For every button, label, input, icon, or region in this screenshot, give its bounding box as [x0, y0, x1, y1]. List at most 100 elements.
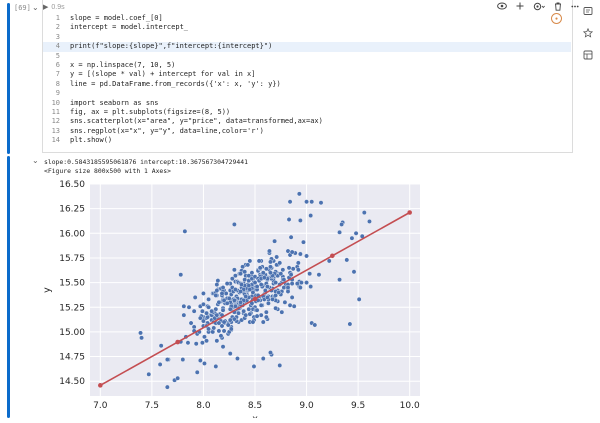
code-line[interactable]: 13 sns.regplot(x="x", y="y", data=line,co…	[43, 127, 571, 136]
data-point	[304, 253, 309, 259]
code-line[interactable]: 9	[43, 89, 571, 98]
code-line[interactable]: 3	[43, 33, 571, 42]
code-text: sns.scatterplot(x="area", y="price", dat…	[70, 117, 323, 126]
data-point	[226, 295, 232, 301]
line-number: 5	[55, 51, 60, 60]
data-point	[201, 301, 206, 307]
data-point	[138, 330, 143, 336]
x-tick-label: 9.5	[351, 401, 365, 411]
line-number: 13	[51, 126, 60, 135]
data-point	[192, 294, 198, 300]
data-point	[290, 266, 296, 272]
data-point	[267, 248, 272, 254]
data-point	[268, 264, 273, 270]
data-point	[254, 313, 260, 319]
data-point	[278, 271, 284, 277]
data-point	[227, 317, 233, 323]
code-line[interactable]: 8 line = pd.DataFrame.from_records({'x': …	[43, 80, 571, 89]
code-line[interactable]: 12 sns.scatterplot(x="area", y="price", d…	[43, 117, 571, 126]
data-point	[205, 314, 210, 320]
data-point	[289, 281, 295, 286]
collapse-output-icon[interactable]: ⌄	[32, 156, 39, 165]
data-point	[224, 281, 230, 286]
y-tick-label: 15.50	[59, 279, 85, 289]
data-point	[200, 308, 205, 314]
scatter-plot: 7.0 7.5 8.0 8.5 9.0 9.5 10.0 14.50 14.75 15.00 15.…	[42, 180, 420, 423]
data-point	[367, 219, 372, 224]
line-number: 4	[55, 42, 60, 51]
data-point	[218, 333, 224, 339]
data-point	[233, 303, 238, 309]
data-point	[258, 312, 264, 318]
line-number: 8	[55, 79, 60, 88]
add-icon[interactable]	[516, 2, 524, 13]
data-point	[225, 322, 231, 328]
execution-count: [69]	[14, 4, 31, 12]
data-point	[164, 384, 170, 390]
code-line[interactable]: 7 y = [(slope * val) + intercept for val …	[43, 70, 571, 79]
y-tick-label: 16.25	[59, 205, 85, 215]
code-line[interactable]: 1 slope = model.coef_[0]	[43, 14, 571, 23]
x-tick-label: 9.0	[299, 401, 314, 411]
y-tick-label: 15.75	[59, 254, 85, 264]
data-point	[213, 364, 219, 369]
code-line[interactable]: 2 intercept = model.intercept_	[43, 23, 571, 32]
data-point	[296, 191, 302, 197]
data-point	[238, 271, 243, 277]
data-point	[337, 229, 342, 235]
data-point	[241, 308, 247, 314]
data-point	[231, 267, 237, 273]
code-line[interactable]: 5	[43, 52, 571, 61]
data-point	[297, 285, 303, 290]
data-point	[214, 288, 220, 293]
y-tick-label: 14.50	[59, 377, 85, 387]
data-point	[288, 234, 294, 240]
code-line[interactable]: 4 print(f"slope:{slope}",f"intercept:{int…	[43, 42, 571, 52]
data-point	[252, 280, 258, 286]
settings-icon[interactable]	[533, 2, 545, 13]
data-point	[214, 312, 220, 318]
data-point	[258, 282, 264, 287]
data-point	[254, 307, 260, 313]
data-point	[242, 277, 248, 283]
code-line[interactable]: 6 x = np.linspace(7, 10, 5)	[43, 61, 571, 70]
data-point	[235, 356, 240, 361]
y-tick-label: 15.25	[59, 303, 85, 313]
x-axis-label: x	[252, 414, 258, 418]
table-icon[interactable]	[581, 48, 595, 62]
data-point	[188, 320, 194, 326]
x-tick-label: 7.0	[93, 401, 108, 411]
data-point	[239, 282, 244, 287]
data-point	[181, 312, 187, 318]
note-icon[interactable]	[581, 4, 595, 18]
data-point	[304, 280, 309, 286]
data-point	[216, 320, 222, 326]
code-editor[interactable]: 1 slope = model.coef_[0] 2 intercept = mode…	[43, 14, 571, 145]
more-icon[interactable]	[571, 2, 579, 13]
data-point	[286, 217, 292, 222]
regression-point	[407, 210, 412, 215]
data-point	[361, 210, 367, 215]
eye-icon[interactable]	[497, 2, 507, 13]
data-point	[233, 273, 238, 279]
data-point	[231, 297, 237, 303]
data-point	[231, 222, 237, 227]
code-line[interactable]: 10 import seaborn as sns	[43, 99, 571, 108]
x-tick-label: 7.5	[145, 401, 159, 411]
code-line[interactable]: 14 plt.show()	[43, 136, 571, 145]
regression-point	[175, 339, 180, 345]
star-icon[interactable]	[581, 26, 595, 40]
data-point	[258, 302, 264, 308]
data-point	[273, 305, 279, 311]
data-point	[219, 291, 225, 296]
data-point	[344, 257, 350, 263]
delete-icon[interactable]	[554, 2, 562, 13]
output-indicator	[7, 156, 10, 418]
data-point	[220, 285, 226, 290]
data-point	[164, 357, 170, 362]
data-point	[294, 281, 300, 286]
code-line[interactable]: 11 fig, ax = plt.subplots(figsize=(8, 5))	[43, 108, 571, 117]
data-point	[312, 322, 318, 328]
run-icon[interactable]: ▶	[43, 4, 48, 11]
collapse-cell-icon[interactable]: ⌄	[32, 3, 39, 12]
